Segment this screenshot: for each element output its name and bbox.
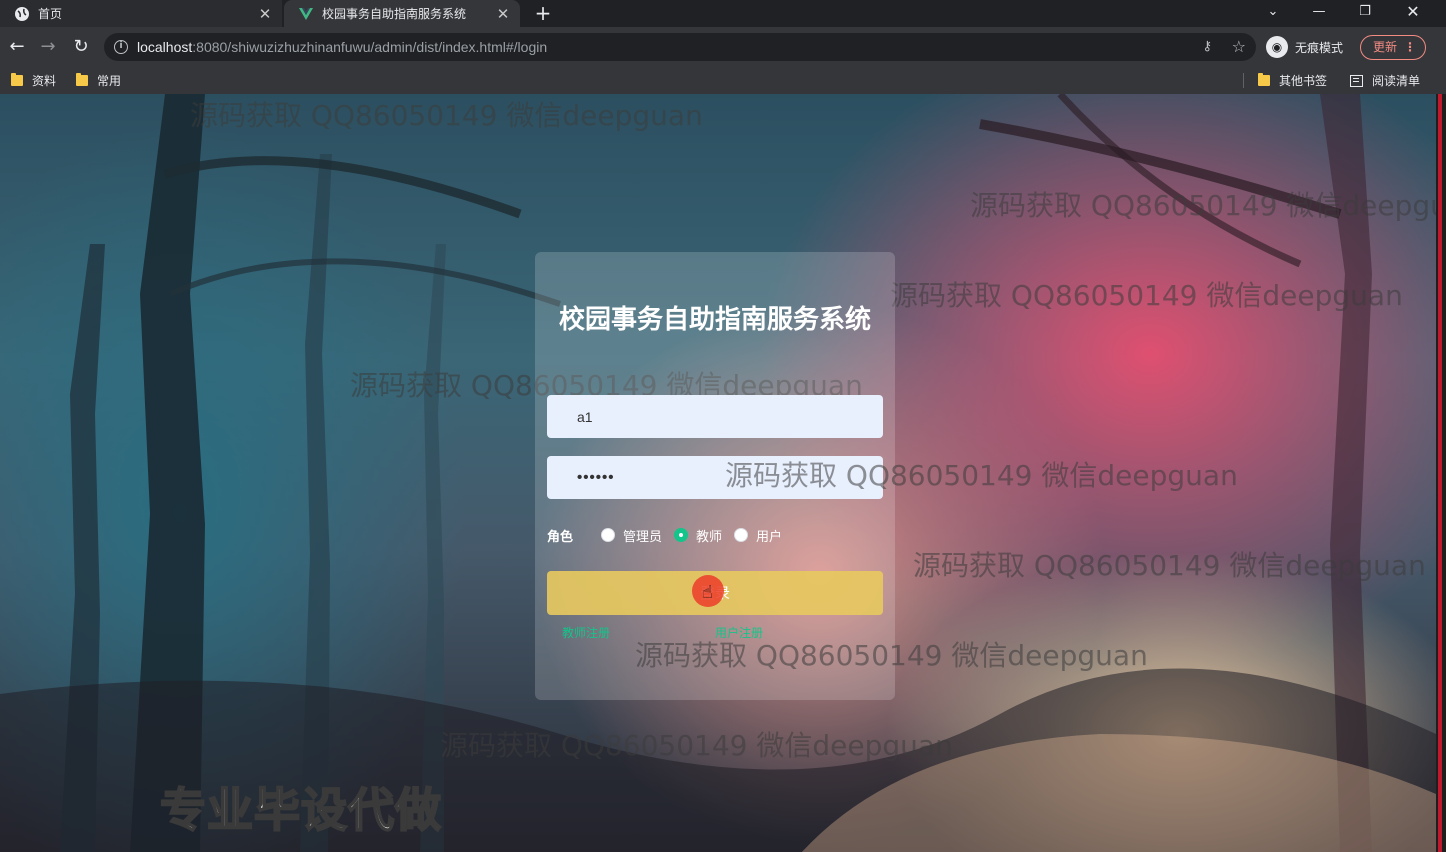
restore-icon[interactable]: ❐ xyxy=(1342,0,1388,27)
tab-home[interactable]: 首页 ✕ xyxy=(0,0,282,27)
incognito-icon: ◉ xyxy=(1266,36,1288,58)
folder-icon xyxy=(1258,73,1270,86)
tab-search-icon[interactable]: ⌄ xyxy=(1250,0,1296,27)
divider xyxy=(1243,73,1244,88)
globe-icon xyxy=(14,6,30,22)
close-tab-icon[interactable]: ✕ xyxy=(494,5,512,23)
bookmark-folder[interactable]: 常用 xyxy=(76,72,121,89)
tab-title: 首页 xyxy=(38,7,63,21)
reading-list-icon xyxy=(1350,74,1363,87)
tab-title: 校园事务自助指南服务系统 xyxy=(322,7,467,21)
address-bar[interactable]: i localhost:8080/shiwuzizhuzhinanfuwu/ad… xyxy=(104,33,1256,61)
watermark-text: 源码获取 QQ86050149 微信deepguan xyxy=(440,729,953,762)
tab-login[interactable]: 校园事务自助指南服务系统 ✕ xyxy=(284,0,520,27)
close-tab-icon[interactable]: ✕ xyxy=(256,5,274,23)
update-button[interactable]: 更新 ⋮ xyxy=(1360,35,1426,60)
watermark-text: 源码获取 QQ86050149 微信deepguan xyxy=(635,639,1148,672)
hand-cursor-icon: ☝ xyxy=(702,582,713,603)
back-icon[interactable]: ← xyxy=(6,36,28,58)
radio-user[interactable] xyxy=(734,528,749,542)
info-icon[interactable]: i xyxy=(114,40,128,54)
login-button[interactable]: 登录 ☝ xyxy=(547,571,883,615)
vue-icon xyxy=(298,6,314,22)
new-tab-icon[interactable]: + xyxy=(533,3,553,23)
radio-label-user[interactable]: 用户 xyxy=(756,526,782,545)
window-close-icon[interactable]: ✕ xyxy=(1390,0,1436,27)
url-text[interactable]: localhost:8080/shiwuzizhuzhinanfuwu/admi… xyxy=(137,39,547,55)
tab-bar: 首页 ✕ 校园事务自助指南服务系统 ✕ + ⌄ — ❐ ✕ xyxy=(0,0,1446,27)
forward-icon[interactable]: → xyxy=(37,36,59,58)
key-icon[interactable]: ⚷ xyxy=(1202,39,1212,54)
teacher-register-link[interactable]: 教师注册 xyxy=(562,624,610,641)
other-bookmarks[interactable]: 其他书签 xyxy=(1258,72,1327,89)
incognito-indicator[interactable]: ◉ 无痕模式 xyxy=(1266,34,1343,60)
incognito-label: 无痕模式 xyxy=(1295,40,1344,55)
watermark-text: 源码获取 QQ86050149 微信deepguan xyxy=(890,279,1403,312)
radio-label-teacher[interactable]: 教师 xyxy=(696,526,722,545)
promo-caption: 专业毕设代做 xyxy=(159,782,442,838)
watermark-text: 源码获取 QQ86050149 微信deepguan xyxy=(970,189,1436,222)
reload-icon[interactable]: ↻ xyxy=(70,36,92,58)
reading-list[interactable]: 阅读清单 xyxy=(1350,72,1420,89)
browser-toolbar: ← → ↻ i localhost:8080/shiwuzizhuzhinanf… xyxy=(0,27,1446,67)
watermark-text: 源码获取 QQ86050149 微信deepguan xyxy=(725,459,1238,492)
folder-icon xyxy=(11,73,23,86)
role-selector: 角色 管理员 教师 用户 xyxy=(547,525,794,545)
folder-icon xyxy=(76,73,88,86)
system-title: 校园事务自助指南服务系统 xyxy=(558,305,871,335)
bookmarks-bar: 资料 常用 其他书签 阅读清单 xyxy=(0,67,1446,94)
scrollbar-thumb[interactable] xyxy=(1438,94,1442,852)
bookmark-folder[interactable]: 资料 xyxy=(11,72,56,89)
role-label: 角色 xyxy=(547,529,574,545)
radio-label-admin[interactable]: 管理员 xyxy=(623,526,662,545)
menu-icon[interactable]: ⋮ xyxy=(1404,36,1416,59)
watermark-text: 源码获取 QQ86050149 微信deepguan xyxy=(190,99,703,132)
watermark-text: 源码获取 QQ86050149 微信deepguan xyxy=(913,549,1426,582)
username-field[interactable]: a1 xyxy=(547,395,883,438)
radio-teacher[interactable] xyxy=(674,528,689,542)
radio-admin[interactable] xyxy=(601,528,616,542)
star-icon[interactable]: ☆ xyxy=(1232,37,1246,56)
page-viewport: 源码获取 QQ86050149 微信deepguan 源码获取 QQ860501… xyxy=(0,94,1436,852)
minimize-icon[interactable]: — xyxy=(1296,0,1342,27)
